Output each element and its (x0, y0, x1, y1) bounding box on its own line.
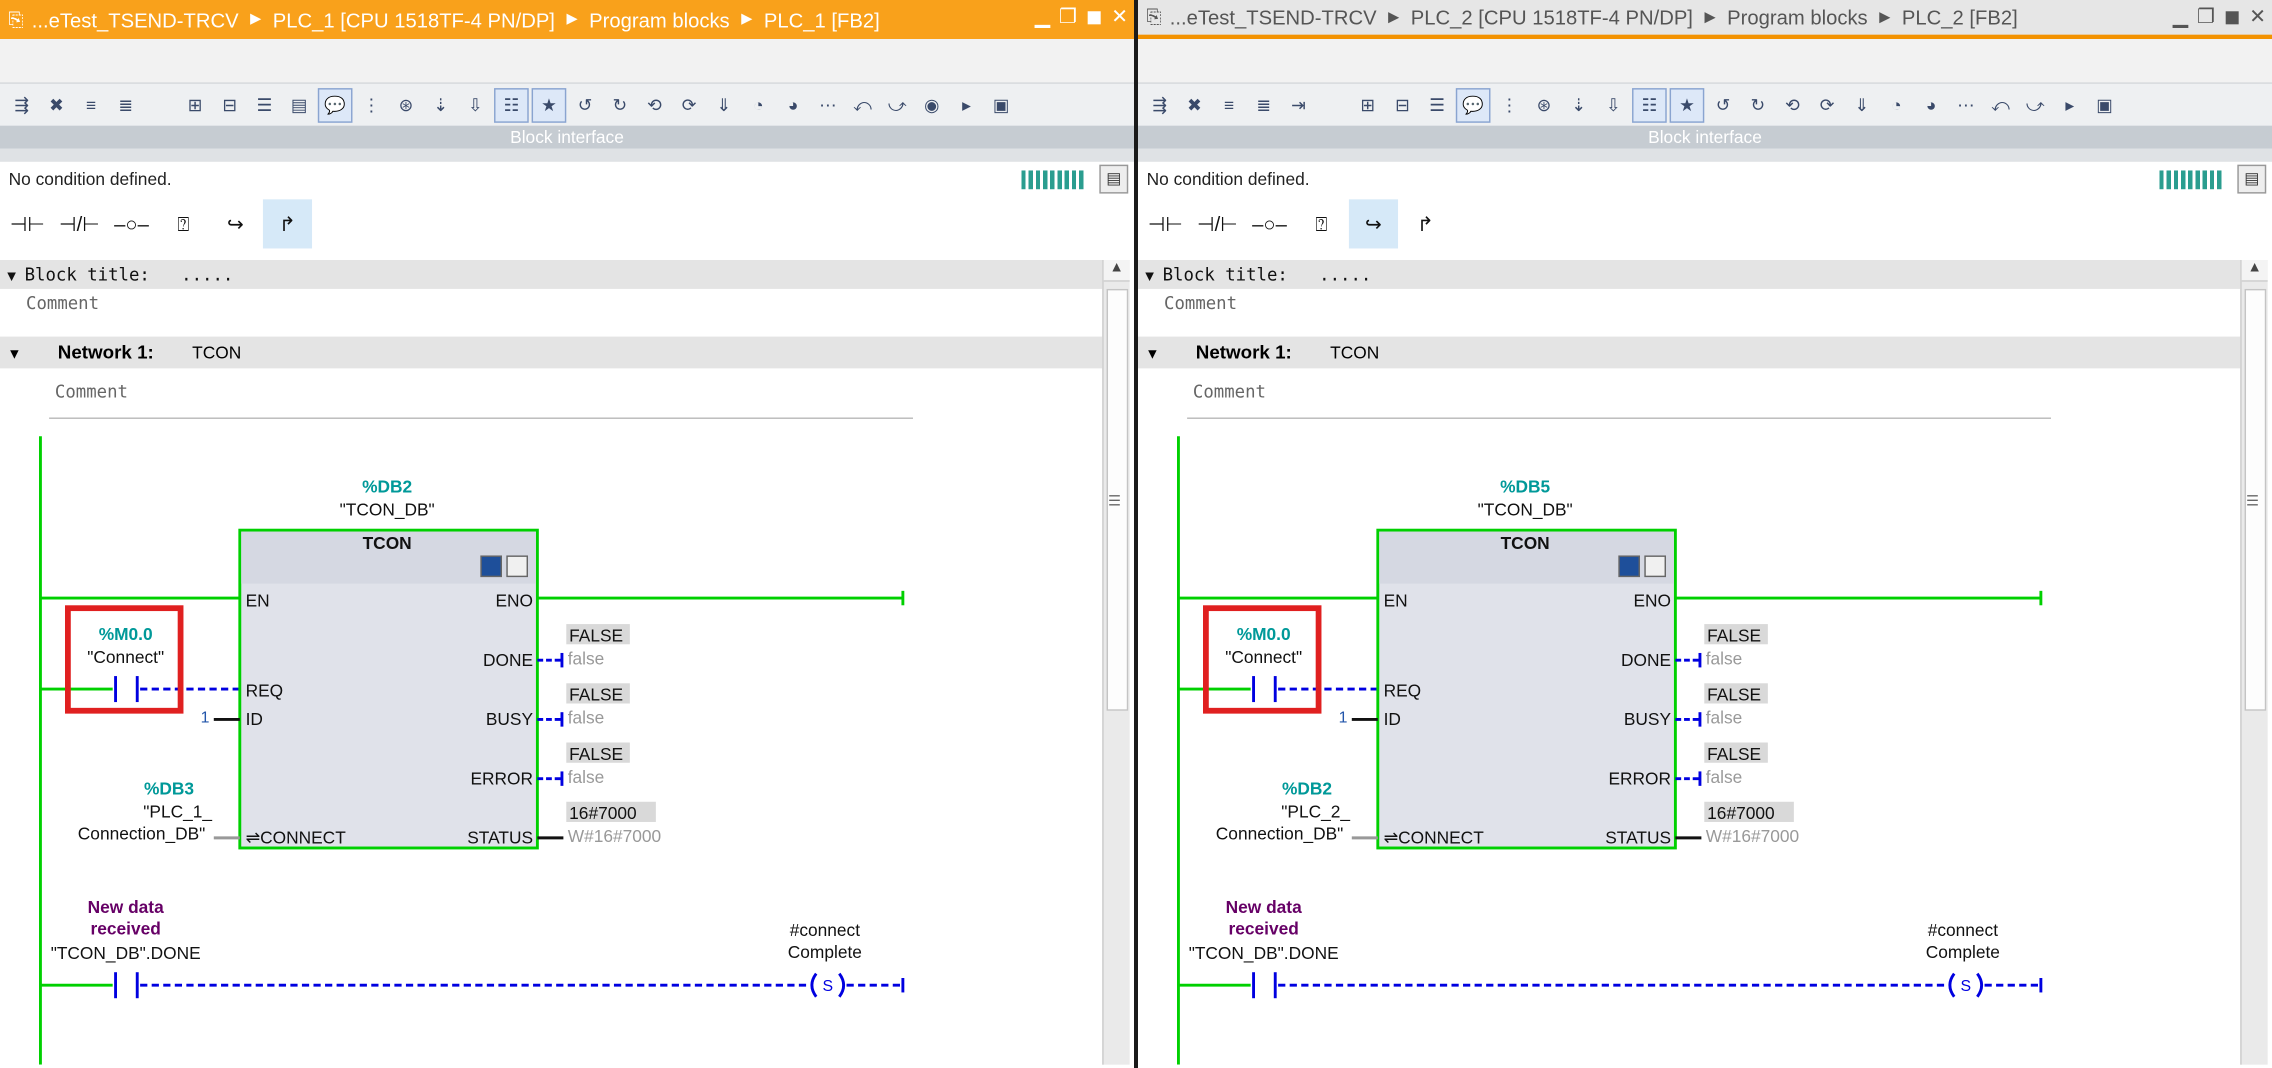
pin-status: STATUS (1605, 828, 1671, 848)
coil-label-line1[interactable]: #connect (1928, 920, 1999, 940)
connect-db-address[interactable]: %DB2 (1282, 779, 1332, 799)
pin-en: EN (1384, 591, 1408, 611)
coil-symbol: S (1960, 978, 1971, 995)
scroll-up-icon[interactable]: ▲ (1103, 260, 1130, 282)
status-value[interactable]: W#16#7000 (568, 826, 661, 846)
req-contact-address[interactable]: %M0.0 (99, 624, 153, 644)
done-value[interactable]: false (1706, 649, 1743, 669)
busy-value[interactable]: false (1706, 708, 1743, 728)
status-monitor: 16#7000 (569, 803, 636, 823)
pin-error: ERROR (470, 768, 533, 788)
pin-error: ERROR (1608, 768, 1671, 788)
req-contact-address[interactable]: %M0.0 (1237, 624, 1291, 644)
pin-id: ID (1384, 709, 1401, 729)
block-name: TCON (363, 533, 412, 553)
ladder-diagram: %M0.0 "Connect" %DB2 "TCON_DB" TCON EN R… (39, 436, 905, 1065)
pin-id: ID (246, 709, 263, 729)
id-value[interactable]: 1 (1339, 709, 1348, 726)
coil-left-arc[interactable] (810, 972, 818, 998)
coil-left-arc[interactable] (1948, 972, 1956, 998)
pin-req: REQ (1384, 680, 1422, 700)
pin-connect: ⇌CONNECT (246, 828, 347, 848)
block-name: TCON (1501, 533, 1550, 553)
rung2-label-line2: received (91, 919, 161, 939)
rung2-label-line2: received (1229, 919, 1299, 939)
block-help-icon[interactable] (1644, 555, 1667, 578)
pin-req: REQ (246, 680, 284, 700)
req-contact-name[interactable]: "Connect" (1225, 647, 1302, 667)
block-info-icon[interactable] (1618, 555, 1640, 578)
editor-panel-plc1: ⎘ ...eTest_TSEND-TRCV ▶ PLC_1 [CPU 1518T… (0, 0, 1134, 1068)
block-help-icon[interactable] (506, 555, 529, 578)
coil-label-line2[interactable]: Complete (1926, 942, 2000, 962)
status-monitor: 16#7000 (1707, 803, 1774, 823)
pin-busy: BUSY (486, 709, 534, 729)
ladder-diagram: %M0.0 "Connect" %DB5 "TCON_DB" TCON EN R… (1177, 436, 2043, 1065)
pin-status: STATUS (467, 828, 533, 848)
error-value[interactable]: false (1706, 767, 1743, 787)
connect-db-name-line1[interactable]: "PLC_2_ (1281, 802, 1350, 822)
done-value[interactable]: false (568, 649, 605, 669)
busy-monitor: FALSE (569, 685, 623, 705)
connect-db-name-line2[interactable]: Connection_DB" (78, 823, 206, 843)
instance-db-name[interactable]: "TCON_DB" (1478, 500, 1573, 520)
pin-done: DONE (1621, 650, 1671, 670)
scroll-grip-icon: ☰ (2246, 494, 2259, 510)
pin-eno: ENO (1633, 591, 1671, 611)
coil-label-line2[interactable]: Complete (788, 942, 862, 962)
status-value[interactable]: W#16#7000 (1706, 826, 1799, 846)
connect-db-name-line2[interactable]: Connection_DB" (1216, 823, 1344, 843)
coil-right-arc[interactable] (838, 972, 846, 998)
done-monitor: FALSE (569, 625, 623, 645)
connect-db-name-line1[interactable]: "PLC_1_ (143, 802, 212, 822)
pin-done: DONE (483, 650, 533, 670)
vertical-scrollbar[interactable]: ▲ ☰ (2240, 260, 2268, 1065)
editor-panel-plc2: ⎘ ...eTest_TSEND-TRCV ▶ PLC_2 [CPU 1518T… (1138, 0, 2272, 1068)
error-monitor: FALSE (1707, 744, 1761, 764)
pin-eno: ENO (495, 591, 533, 611)
busy-monitor: FALSE (1707, 685, 1761, 705)
rung2-operand[interactable]: "TCON_DB".DONE (1189, 943, 1339, 963)
rung2-label-line1: New data (88, 897, 164, 917)
scroll-up-icon[interactable]: ▲ (2241, 260, 2268, 282)
id-value[interactable]: 1 (201, 709, 210, 726)
instance-db-address[interactable]: %DB5 (1500, 477, 1550, 497)
pin-en: EN (246, 591, 270, 611)
scroll-grip-icon: ☰ (1108, 494, 1121, 510)
block-info-icon[interactable] (480, 555, 502, 578)
pin-connect: ⇌CONNECT (1384, 828, 1485, 848)
error-value[interactable]: false (568, 767, 605, 787)
pin-busy: BUSY (1624, 709, 1672, 729)
busy-value[interactable]: false (568, 708, 605, 728)
connect-db-address[interactable]: %DB3 (144, 779, 194, 799)
instance-db-address[interactable]: %DB2 (362, 477, 412, 497)
vertical-scrollbar[interactable]: ▲ ☰ (1102, 260, 1130, 1065)
rung2-label-line1: New data (1226, 897, 1302, 917)
req-contact-name[interactable]: "Connect" (87, 647, 164, 667)
coil-right-arc[interactable] (1976, 972, 1984, 998)
coil-label-line1[interactable]: #connect (790, 920, 861, 940)
error-monitor: FALSE (569, 744, 623, 764)
rung2-operand[interactable]: "TCON_DB".DONE (51, 943, 201, 963)
done-monitor: FALSE (1707, 625, 1761, 645)
instance-db-name[interactable]: "TCON_DB" (340, 500, 435, 520)
coil-symbol: S (822, 978, 833, 995)
